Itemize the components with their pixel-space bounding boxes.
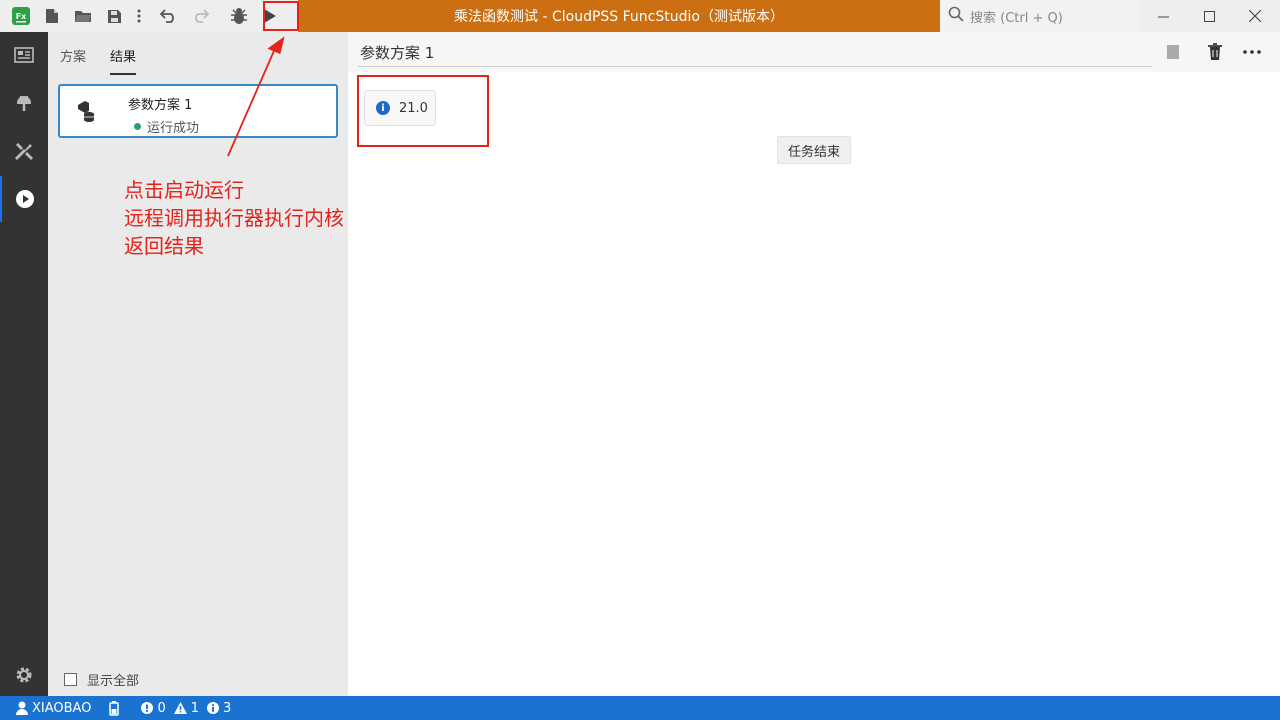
user-status[interactable]: XIAOBAO: [16, 701, 91, 716]
battery-icon: [109, 700, 120, 716]
info-status-icon: [207, 702, 220, 714]
warning-icon: [173, 702, 187, 714]
info-count[interactable]: 3: [207, 701, 231, 716]
annotation-line-1: 点击启动运行: [124, 178, 244, 202]
error-count-value: 0: [157, 700, 166, 716]
battery-status[interactable]: [109, 700, 123, 716]
user-name: XIAOBAO: [32, 700, 92, 716]
warning-count-value: 1: [190, 700, 200, 716]
annotation-line-3: 返回结果: [124, 234, 204, 258]
annotation-line-2: 远程调用执行器执行内核: [124, 206, 344, 230]
annotation-text: 点击启动运行 远程调用执行器执行内核 返回结果: [124, 176, 344, 260]
error-icon: [141, 702, 154, 714]
annotation-arrow: [227, 36, 285, 157]
info-count-value: 3: [223, 700, 232, 716]
error-count[interactable]: 0: [141, 700, 166, 716]
user-icon: [16, 701, 28, 715]
warning-count[interactable]: 1: [173, 700, 200, 716]
status-bar: XIAOBAO 0 1 3: [0, 696, 1280, 720]
